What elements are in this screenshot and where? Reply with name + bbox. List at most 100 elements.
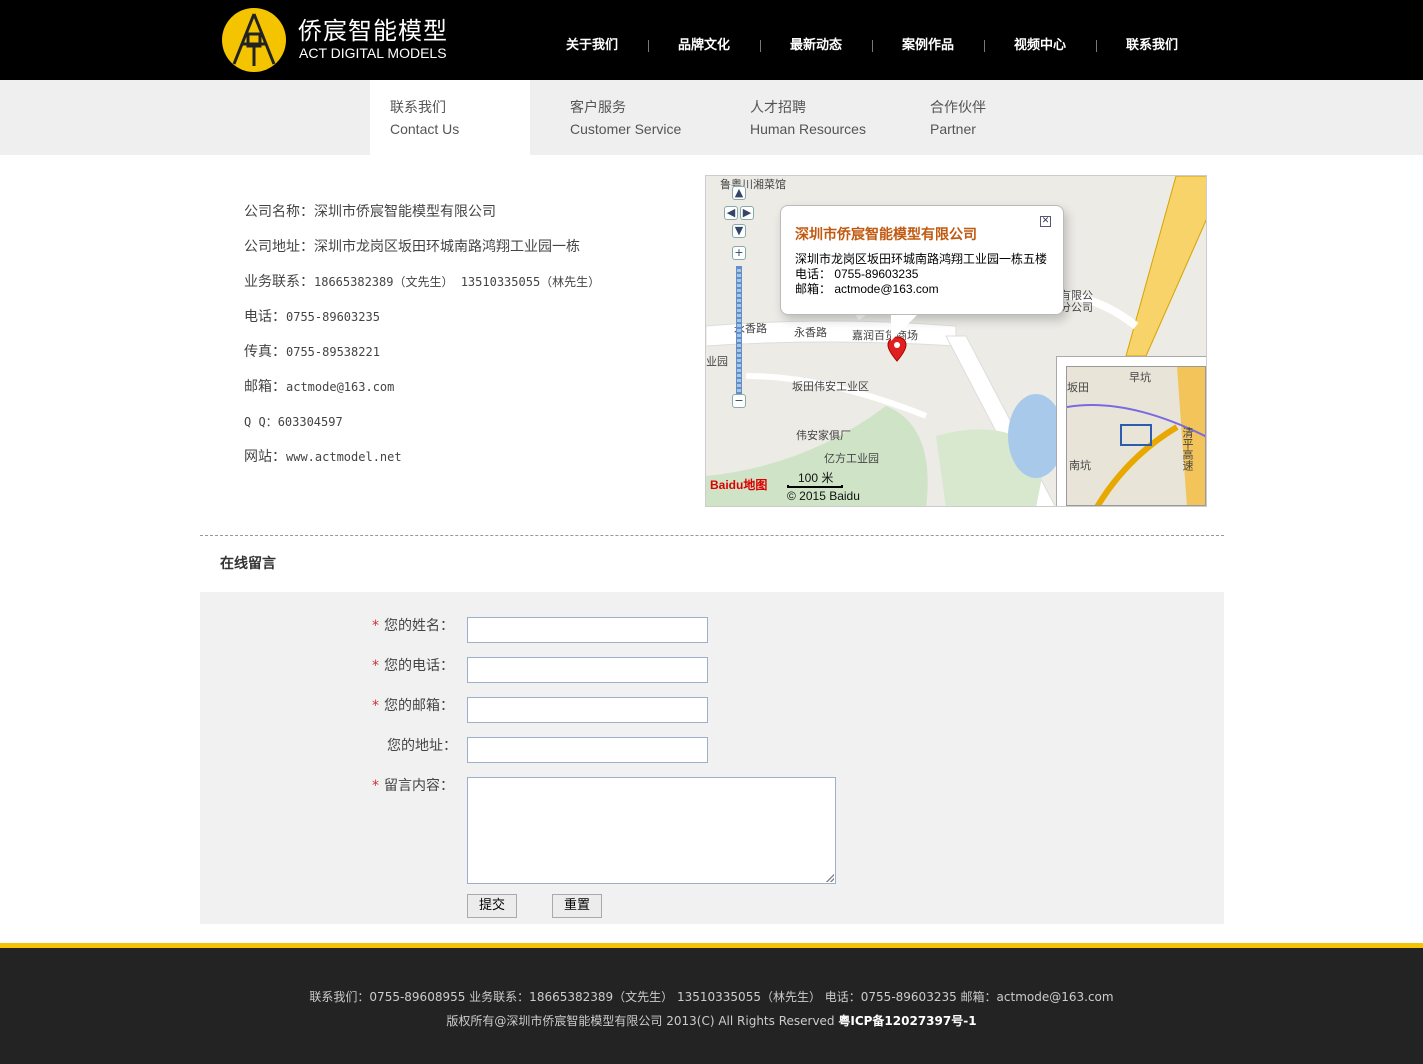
map-zoom-control: ▲ ◀ ▶ ▼ + − (724, 186, 754, 414)
map-label-company: 分公司 (1060, 301, 1093, 314)
overview-label: 清平高速 (1181, 427, 1194, 471)
subnav-partner[interactable]: 合作伙伴 Partner (910, 80, 1070, 155)
required-mark: * (372, 658, 379, 674)
email-input[interactable] (467, 697, 708, 723)
map-copyright: © 2015 Baidu (787, 489, 860, 503)
zoom-in-icon[interactable]: + (732, 246, 746, 260)
info-site-value[interactable]: www.actmodel.net (286, 450, 402, 464)
reset-button[interactable]: 重置 (552, 894, 602, 918)
logo-subtitle: ACT DIGITAL MODELS (299, 45, 447, 61)
info-fax-value: 0755-89538221 (286, 345, 380, 359)
required-mark: * (372, 698, 379, 714)
overview-map-view: 早坑 南坑 坂田 清平高速 (1066, 366, 1206, 506)
info-email: 邮箱：actmode@163.com (244, 375, 600, 410)
info-qq-label: Q Q： (244, 415, 278, 429)
subnav-customer-service[interactable]: 客户服务 Customer Service (550, 80, 710, 155)
map-label-industrial-park: 亿方工业园 (824, 452, 879, 465)
nav-about[interactable]: 关于我们 (536, 36, 648, 56)
name-label-text: 您的姓名： (384, 618, 454, 634)
info-fax-label: 传真： (244, 344, 286, 360)
subnav-label-en: Contact Us (390, 121, 460, 137)
info-website: 网站：www.actmodel.net (244, 445, 600, 480)
baidu-map[interactable]: 鲁粤川湘菜馆 永香路 永香路 嘉润百货商场 坂田伟安工业区 伟安家俱厂 亿方工业… (705, 175, 1207, 507)
footer-contact: 联系我们：0755-89608955 业务联系：18665382389（文先生）… (309, 990, 1114, 1004)
section-divider (200, 535, 1224, 536)
info-window-phone: 电话： 0755-89603235 (795, 267, 919, 281)
info-email-label: 邮箱： (244, 379, 286, 395)
nav-videos[interactable]: 视频中心 (984, 36, 1096, 56)
logo-title: 侨宸智能模型 (298, 17, 448, 45)
logo-mark-icon (222, 8, 286, 72)
nav-cases[interactable]: 案例作品 (872, 36, 984, 56)
overview-map[interactable]: 早坑 南坑 坂田 清平高速 (1056, 356, 1206, 506)
nav-news[interactable]: 最新动态 (760, 36, 872, 56)
footer-copyright-text: 版权所有@深圳市侨宸智能模型有限公司 2013(C) All Rights Re… (446, 1014, 839, 1028)
overview-label: 坂田 (1067, 381, 1089, 394)
footer-copyright: 版权所有@深圳市侨宸智能模型有限公司 2013(C) All Rights Re… (0, 1012, 1423, 1029)
content-label: * 留言内容： (372, 776, 454, 796)
subnav-label-en: Partner (930, 121, 976, 137)
info-window-email: 邮箱： actmode@163.com (795, 282, 939, 296)
contact-info: 公司名称：深圳市侨宸智能模型有限公司 公司地址：深圳市龙岗区坂田环城南路鸿翔工业… (244, 200, 600, 480)
subnav-contact-us[interactable]: 联系我们 Contact Us (370, 80, 530, 155)
info-company: 公司名称：深圳市侨宸智能模型有限公司 (244, 204, 496, 220)
zoom-out-icon[interactable]: − (732, 394, 746, 408)
phone-input[interactable] (467, 657, 708, 683)
required-mark: * (372, 778, 379, 794)
map-info-window: ✕ 深圳市侨宸智能模型有限公司 深圳市龙岗区坂田环城南路鸿翔工业园一栋五楼 电话… (780, 205, 1064, 341)
pan-left-icon[interactable]: ◀ (724, 206, 738, 220)
map-label-road: 永香路 (794, 326, 827, 339)
email-label: * 您的邮箱： (372, 696, 454, 716)
overview-label: 南坑 (1069, 459, 1091, 472)
info-email-value: actmode@163.com (286, 380, 395, 394)
info-phone-label: 电话： (244, 309, 286, 325)
info-business-label: 业务联系： (244, 274, 314, 290)
subnav-label-cn: 合作伙伴 (930, 100, 986, 116)
nav-brand[interactable]: 品牌文化 (648, 36, 760, 56)
phone-label-text: 您的电话： (384, 658, 454, 674)
baidu-map-logo[interactable]: Baidu地图 (710, 476, 767, 493)
site-header: 侨宸智能模型 ACT DIGITAL MODELS 关于我们 品牌文化 最新动态… (0, 0, 1423, 80)
submit-button[interactable]: 提交 (467, 894, 517, 918)
name-label: * 您的姓名： (372, 616, 454, 636)
content-textarea[interactable] (467, 777, 836, 884)
info-site-label: 网站： (244, 449, 286, 465)
overview-label: 早坑 (1129, 371, 1151, 384)
info-address: 公司地址：深圳市龙岗区坂田环城南路鸿翔工业园一栋 (244, 239, 580, 255)
footer-icp-link[interactable]: 粤ICP备12027397号-1 (838, 1014, 976, 1028)
sub-nav: 联系我们 Contact Us 客户服务 Customer Service 人才… (0, 80, 1423, 155)
address-input[interactable] (467, 737, 708, 763)
map-label-furniture-factory: 伟安家俱厂 (796, 429, 851, 442)
pan-down-icon[interactable]: ▼ (732, 224, 746, 238)
pan-up-icon[interactable]: ▲ (732, 186, 746, 200)
subnav-label-en: Customer Service (570, 121, 682, 137)
map-label-industrial-park: 坂田伟安工业区 (792, 380, 869, 393)
map-scale-label: 100 米 (798, 471, 834, 485)
map-scale-bar (787, 485, 843, 488)
nav-contact[interactable]: 联系我们 (1096, 36, 1208, 56)
required-mark: * (372, 618, 379, 634)
info-business: 业务联系：18665382389（文先生） 13510335055（林先生） (244, 270, 600, 305)
subnav-label-en: Human Resources (750, 121, 866, 137)
zoom-slider[interactable] (736, 266, 742, 394)
message-form: * 您的姓名： * 您的电话： * 您的邮箱： 您的地址： * 留言内容： 提交 重置 (200, 592, 1224, 924)
phone-label: * 您的电话： (372, 656, 454, 676)
info-fax: 传真：0755-89538221 (244, 340, 600, 375)
info-qq-value: 603304597 (277, 415, 343, 429)
site-footer: 联系我们：0755-89608955 业务联系：18665382389（文先生）… (0, 948, 1423, 1064)
email-label-text: 您的邮箱： (384, 698, 454, 714)
content-label-text: 留言内容： (384, 778, 454, 794)
info-business-value: 18665382389（文先生） 13510335055（林先生） (314, 275, 601, 289)
address-label: 您的地址： (387, 738, 457, 754)
name-input[interactable] (467, 617, 708, 643)
subnav-label-cn: 客户服务 (570, 100, 626, 116)
info-window-address: 深圳市龙岗区坂田环城南路鸿翔工业园一栋五楼 (795, 252, 1048, 266)
info-qq: Q Q：603304597 (244, 410, 600, 445)
subnav-human-resources[interactable]: 人才招聘 Human Resources (730, 80, 890, 155)
site-logo[interactable]: 侨宸智能模型 ACT DIGITAL MODELS (222, 8, 462, 72)
pan-right-icon[interactable]: ▶ (740, 206, 754, 220)
subnav-label-cn: 人才招聘 (750, 100, 806, 116)
info-phone: 电话：0755-89603235 (244, 305, 600, 340)
message-section-title: 在线留言 (220, 556, 276, 572)
close-icon[interactable]: ✕ (1040, 216, 1051, 227)
